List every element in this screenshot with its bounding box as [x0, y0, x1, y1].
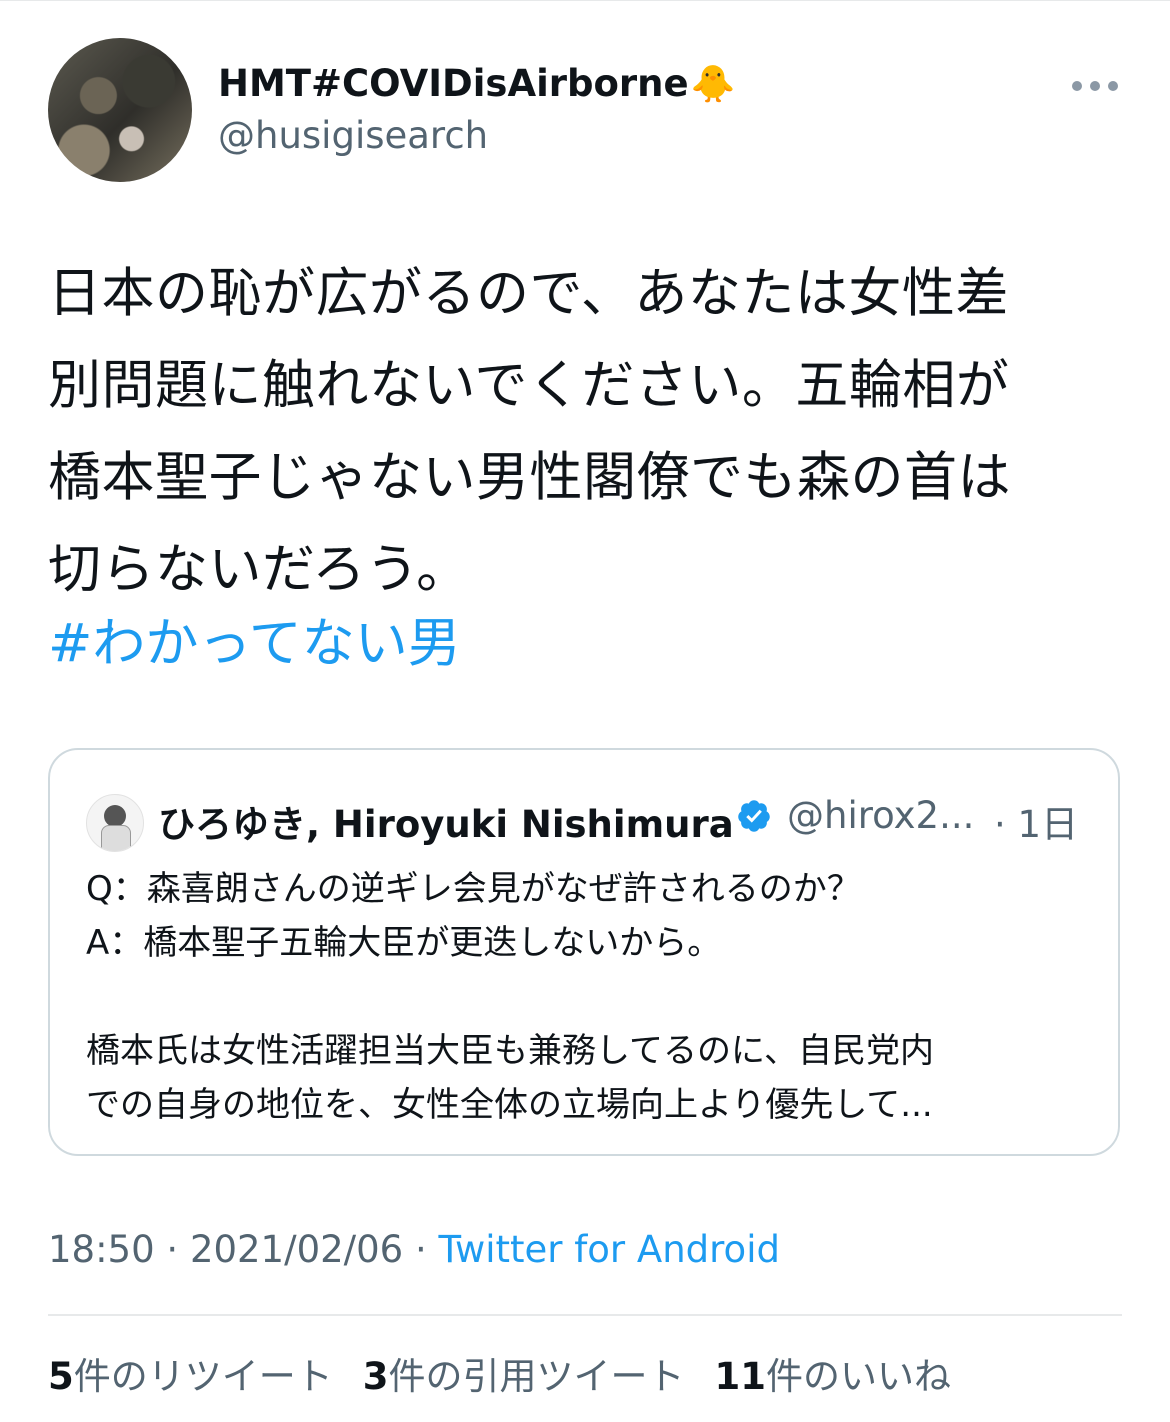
stats-divider [48, 1314, 1122, 1316]
retweets-label: 件のリツイート [73, 1355, 333, 1398]
quoted-tweet-text: Q：森喜朗さんの逆ギレ会見がなぜ許されるのか？ A：橋本聖子五輪大臣が更迭しない… [86, 862, 1086, 1132]
retweets-count: 5 [48, 1355, 74, 1398]
likes-count: 11 [714, 1355, 767, 1398]
tweet-line: 日本の恥が広がるので、あなたは女性差 [48, 263, 1009, 324]
hashtag-link[interactable]: #わかってない男 [48, 604, 461, 684]
quoted-line: A：橋本聖子五輪大臣が更迭しないから。 [86, 923, 722, 963]
top-divider [0, 0, 1170, 1]
quoted-line: での自身の地位を、女性全体の立場向上より優先して... [86, 1085, 933, 1125]
more-options-icon[interactable] [1072, 80, 1118, 92]
tweet-time[interactable]: 18:50 [48, 1228, 155, 1271]
avatar-head [104, 805, 126, 827]
separator: · [154, 1228, 190, 1271]
quoted-tweet-time: · 1日 [994, 803, 1079, 846]
quoted-line: Q：森喜朗さんの逆ギレ会見がなぜ許されるのか？ [86, 869, 861, 909]
quoted-tweet-card[interactable]: ひろゆき, Hiroyuki Nishimura @hirox2... · 1日… [48, 748, 1120, 1156]
tweet-text: 日本の恥が広がるので、あなたは女性差 別問題に触れないでください。五輪相が 橋本… [48, 248, 1123, 616]
author-name-text: HMT#COVIDisAirborne [218, 62, 689, 105]
dot [1108, 81, 1118, 91]
tweet-line: 橋本聖子じゃない男性閣僚でも森の首は [48, 447, 1011, 508]
quoted-author-handle: @hirox2... [787, 794, 975, 837]
quoted-line: 橋本氏は女性活躍担当大臣も兼務してるのに、自民党内 [86, 1031, 934, 1071]
avatar-body [101, 825, 131, 851]
quotes-stat[interactable]: 3件の引用ツイート [363, 1346, 685, 1400]
chick-emoji-icon: 🐥 [690, 64, 736, 105]
separator: · [403, 1228, 439, 1271]
dot [1090, 81, 1100, 91]
quoted-author-name: ひろゆき, Hiroyuki Nishimura [158, 803, 734, 846]
engagement-stats: 5件のリツイート 3件の引用ツイート 11件のいいね [48, 1346, 951, 1400]
author-avatar[interactable] [48, 38, 192, 182]
likes-stat[interactable]: 11件のいいね [715, 1346, 952, 1400]
quoted-author-avatar [86, 794, 144, 852]
tweet-metadata: 18:50 · 2021/02/06 · Twitter for Android [48, 1228, 780, 1271]
tweet-date[interactable]: 2021/02/06 [190, 1228, 403, 1271]
tweet-line: 切らないだろう。 [48, 539, 470, 600]
quotes-count: 3 [362, 1355, 389, 1398]
verified-badge-icon [738, 800, 770, 832]
quotes-label: 件の引用ツイート [388, 1355, 685, 1398]
tweet-source-link[interactable]: Twitter for Android [439, 1228, 780, 1271]
likes-label: 件のいいね [766, 1355, 951, 1398]
author-handle[interactable]: @husigisearch [218, 114, 488, 157]
tweet-line: 別問題に触れないでください。五輪相が [48, 355, 1010, 416]
author-display-name[interactable]: HMT#COVIDisAirborne🐥 [218, 62, 735, 105]
dot [1072, 81, 1082, 91]
retweets-stat[interactable]: 5件のリツイート [48, 1346, 333, 1400]
